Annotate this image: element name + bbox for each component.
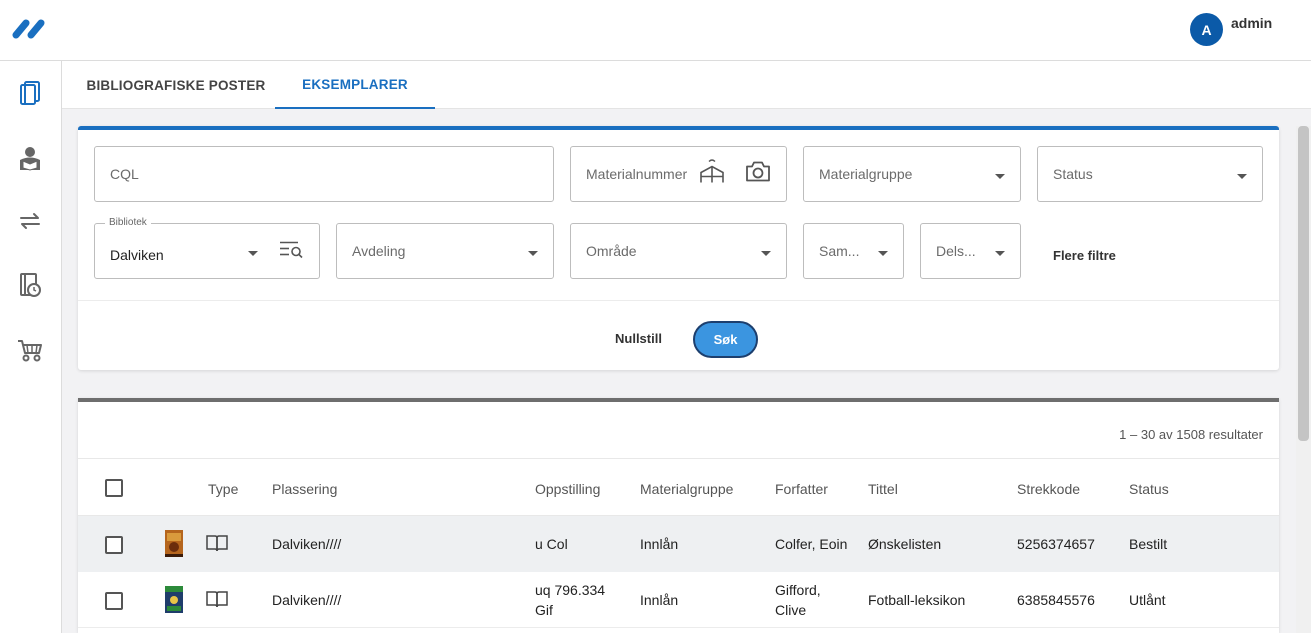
bibliotek-select[interactable]: Bibliotek Dalviken	[94, 217, 320, 279]
cart-icon[interactable]	[16, 336, 44, 364]
search-button[interactable]: Søk	[693, 321, 758, 358]
column-header-oppstilling[interactable]: Oppstilling	[535, 481, 600, 497]
scrollbar-thumb[interactable]	[1298, 126, 1309, 441]
chevron-down-icon	[1237, 174, 1247, 179]
cell-forfatter: Colfer, Eoin	[775, 536, 848, 552]
avdeling-select[interactable]: Avdeling	[336, 223, 554, 279]
cell-materialgruppe: Innlån	[640, 536, 679, 552]
divider	[78, 300, 1279, 301]
book-icon	[206, 590, 228, 613]
chevron-down-icon	[995, 251, 1005, 256]
reset-button[interactable]: Nullstill	[615, 331, 662, 346]
cell-materialgruppe: Innlån	[640, 592, 679, 608]
materialnummer-input[interactable]: Materialnummer	[570, 146, 787, 202]
cell-strekkode: 5256374657	[1017, 536, 1095, 552]
chevron-down-icon	[761, 251, 771, 256]
bibliotek-label: Bibliotek	[105, 217, 151, 228]
column-header-strekkode[interactable]: Strekkode	[1017, 481, 1080, 497]
column-header-forfatter[interactable]: Forfatter	[775, 481, 828, 497]
result-count: 1 – 30 av 1508 resultater	[1119, 427, 1263, 442]
book-icon	[206, 534, 228, 557]
avatar[interactable]: A	[1190, 13, 1223, 46]
cell-status: Bestilt	[1129, 536, 1168, 552]
books-icon[interactable]	[16, 79, 44, 107]
omrade-select[interactable]: Område	[570, 223, 787, 279]
column-header-materialgruppe[interactable]: Materialgruppe	[640, 481, 733, 497]
transfer-arrows-icon[interactable]	[16, 207, 44, 235]
samling-select[interactable]: Sam...	[803, 223, 904, 279]
tab-bibliografiske-poster[interactable]: BIBLIOGRAFISKE POSTER	[76, 61, 276, 109]
results-panel: 1 – 30 av 1508 resultater Type Plasserin…	[78, 398, 1279, 633]
rfid-antenna-icon[interactable]	[699, 159, 725, 190]
tab-bar: BIBLIOGRAFISKE POSTER EKSEMPLARER	[62, 61, 1311, 109]
cell-plassering: Dalviken////	[272, 592, 342, 608]
top-bar: A admin	[0, 0, 1311, 61]
row-checkbox[interactable]	[105, 536, 123, 554]
status-select[interactable]: Status	[1037, 146, 1263, 202]
cell-forfatter-line1: Gifford,	[775, 582, 821, 598]
cell-tittel[interactable]: Fotball-leksikon	[868, 590, 965, 610]
delsamling-placeholder: Dels...	[936, 243, 976, 259]
cell-oppstilling: u Col	[535, 536, 568, 552]
cell-forfatter: Gifford, Clive	[775, 580, 821, 620]
column-header-status[interactable]: Status	[1129, 481, 1169, 497]
column-header-tittel[interactable]: Tittel	[868, 481, 898, 497]
cql-input[interactable]: CQL	[94, 146, 554, 202]
cell-oppstilling-line1: uq 796.334	[535, 582, 606, 598]
cell-strekkode: 6385845576	[1017, 592, 1095, 608]
column-header-type[interactable]: Type	[208, 481, 238, 497]
chevron-down-icon	[248, 251, 258, 256]
chevron-down-icon	[878, 251, 888, 256]
username: admin	[1231, 15, 1273, 31]
samling-placeholder: Sam...	[819, 243, 860, 259]
table-header: Type Plassering Oppstilling Materialgrup…	[78, 458, 1279, 516]
materialgruppe-select[interactable]: Materialgruppe	[803, 146, 1021, 202]
select-all-checkbox[interactable]	[105, 479, 123, 497]
cell-oppstilling-line2: Gif	[535, 602, 553, 618]
table-row[interactable]: Dalviken//// u Col Innlån Colfer, Eoin Ø…	[78, 516, 1279, 572]
cell-tittel[interactable]: Ønskelisten	[868, 534, 941, 554]
cover-thumbnail	[165, 530, 183, 557]
table-row[interactable]: Dalviken//// uq 796.334 Gif Innlån Giffo…	[78, 572, 1279, 628]
chevron-down-icon	[528, 251, 538, 256]
chevron-down-icon	[995, 174, 1005, 179]
row-checkbox[interactable]	[105, 592, 123, 610]
tab-eksemplarer[interactable]: EKSEMPLARER	[275, 61, 435, 109]
side-nav	[0, 61, 62, 633]
column-header-plassering[interactable]: Plassering	[272, 481, 337, 497]
more-filters-button[interactable]: Flere filtre	[1053, 248, 1116, 263]
materialnummer-placeholder: Materialnummer	[586, 166, 688, 182]
brand-logo-icon[interactable]	[12, 18, 48, 40]
cell-status: Utlånt	[1129, 592, 1166, 608]
list-search-icon[interactable]	[278, 239, 304, 264]
cell-plassering: Dalviken////	[272, 536, 342, 552]
reader-icon[interactable]	[16, 144, 44, 172]
delsamling-select[interactable]: Dels...	[920, 223, 1021, 279]
omrade-placeholder: Område	[586, 243, 637, 259]
materialgruppe-placeholder: Materialgruppe	[819, 166, 913, 182]
avdeling-placeholder: Avdeling	[352, 243, 406, 259]
cell-oppstilling: uq 796.334 Gif	[535, 580, 605, 620]
bibliotek-value: Dalviken	[110, 247, 164, 263]
filter-panel: CQL Materialnummer Materialgruppe Status…	[78, 126, 1279, 370]
overdue-book-icon[interactable]	[16, 271, 44, 299]
status-placeholder: Status	[1053, 166, 1093, 182]
scrollbar[interactable]	[1296, 126, 1311, 633]
cover-thumbnail	[165, 586, 183, 613]
cell-forfatter-line2: Clive	[775, 602, 807, 618]
cql-placeholder: CQL	[110, 166, 139, 182]
camera-icon[interactable]	[745, 161, 771, 188]
user-menu[interactable]: A admin	[1190, 13, 1272, 46]
